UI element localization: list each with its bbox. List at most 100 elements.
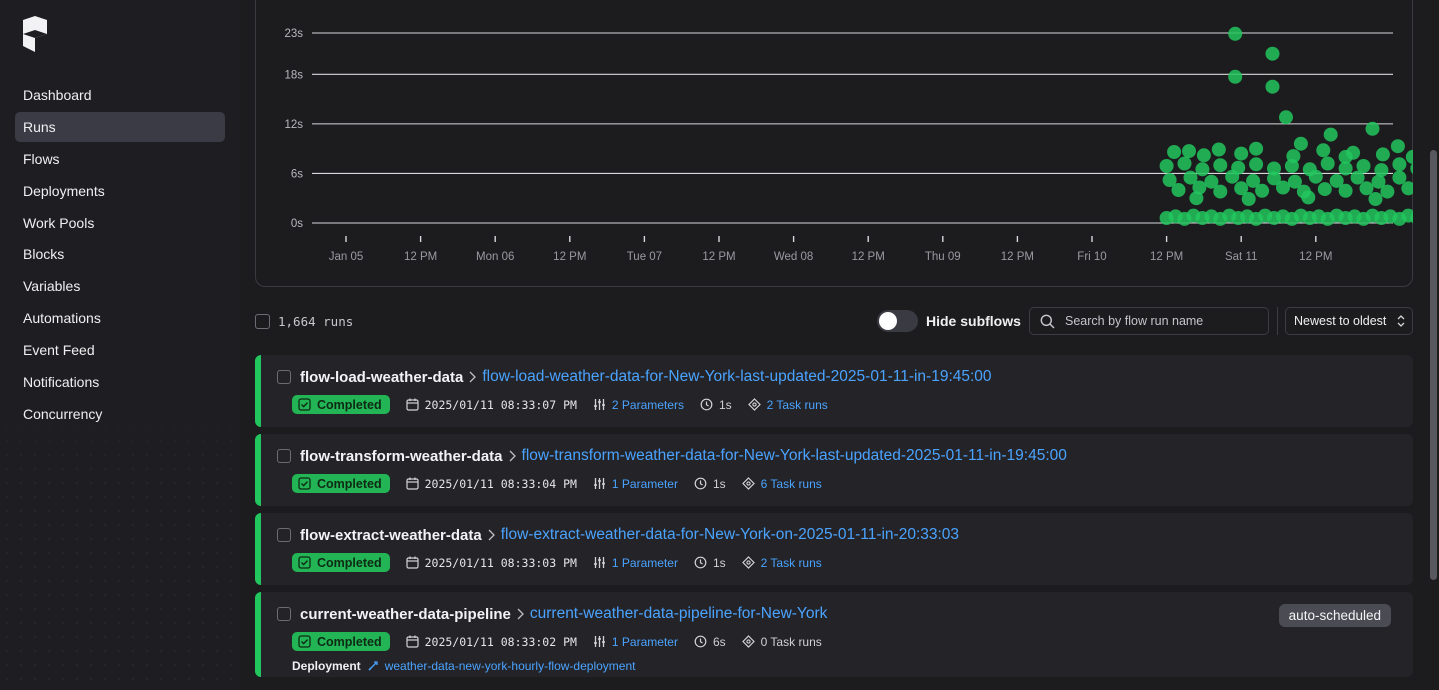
task-runs-link[interactable]: 2 Task runs [767,398,828,412]
sidebar: Dashboard Runs Flows Deployments Work Pools B… [0,0,240,690]
run-duration-point[interactable] [1276,180,1290,195]
flow-name[interactable]: flow-load-weather-data [300,369,463,386]
run-duration-point[interactable] [1284,159,1299,173]
sidebar-item-variables[interactable]: Variables [15,271,225,301]
run-duration-point[interactable] [1368,192,1383,206]
run-duration-point[interactable] [1375,147,1390,162]
run-duration-point[interactable] [1350,170,1365,185]
run-duration-point[interactable] [1189,191,1204,206]
sidebar-item-notifications[interactable]: Notifications [15,367,225,397]
sidebar-item-flows[interactable]: Flows [15,144,225,174]
flow-run-card[interactable]: flow-load-weather-data flow-load-weather-… [255,355,1413,427]
run-select-checkbox[interactable] [277,528,291,542]
status-badge: Completed [292,474,390,493]
run-duration-point[interactable] [1228,69,1243,84]
run-select-checkbox[interactable] [277,607,291,621]
run-duration-point[interactable] [1213,184,1228,199]
parameters-link[interactable]: 2 Parameters [612,398,684,412]
calendar-icon [405,398,419,411]
task-runs-icon [741,556,755,569]
run-duration-point[interactable] [1159,159,1174,173]
task-runs-icon [741,477,755,490]
run-duration-scatter-chart[interactable]: 23s 18s 12s 6s 0s Jan 05 12 PM Mon 06 12 PM Tue 0… [255,0,1413,280]
sidebar-item-automations[interactable]: Automations [15,303,225,333]
run-title-row: flow-transform-weather-data flow-transfor… [277,447,1067,465]
run-title-row: current-weather-data-pipeline current-wea… [277,605,827,623]
run-duration-point[interactable] [1177,156,1192,171]
run-duration-point[interactable] [1265,79,1280,94]
run-duration: 1s [712,555,726,570]
hide-subflows-toggle[interactable] [877,310,918,332]
flow-run-card[interactable]: current-weather-data-pipeline current-wea… [255,592,1413,677]
run-duration-point[interactable] [1211,142,1226,157]
flow-run-name-link[interactable]: flow-extract-weather-data-for-New-York-o… [501,526,959,544]
x-tick-label: 12 PM [404,251,437,263]
completed-check-icon [298,477,311,490]
prefect-logo-icon[interactable] [22,16,48,52]
run-duration-point[interactable] [1405,149,1413,164]
calendar-icon [405,556,419,569]
run-duration-point[interactable] [1182,144,1196,159]
flow-run-name-link[interactable]: flow-transform-weather-data-for-New-York… [522,447,1067,465]
run-duration-point[interactable] [1171,183,1186,197]
search-input[interactable] [1063,313,1257,329]
run-duration-point[interactable] [1255,183,1270,198]
run-duration-point[interactable] [1228,26,1243,41]
sidebar-item-work-pools[interactable]: Work Pools [15,208,225,238]
sidebar-item-dashboard[interactable]: Dashboard [15,80,225,110]
run-duration-point[interactable] [1213,158,1228,173]
search-field[interactable] [1029,307,1269,335]
parameters-link[interactable]: 1 Parameter [612,635,678,649]
run-duration-point[interactable] [1338,161,1353,176]
deployment-link[interactable]: weather-data-new-york-hourly-flow-deploy… [385,659,636,673]
run-select-checkbox[interactable] [277,370,291,384]
run-duration-point[interactable] [1265,46,1280,61]
run-duration-point[interactable] [1293,136,1308,151]
run-duration-point[interactable] [1225,169,1240,184]
flow-run-name-link[interactable]: flow-load-weather-data-for-New-York-last… [482,368,991,386]
sidebar-item-event-feed[interactable]: Event Feed [15,335,225,365]
flow-name[interactable]: flow-transform-weather-data [300,448,503,465]
flow-name[interactable]: flow-extract-weather-data [300,527,482,544]
flow-run-card[interactable]: flow-extract-weather-data flow-extract-we… [255,513,1413,585]
run-duration-point[interactable] [1392,170,1407,185]
task-runs-link[interactable]: 6 Task runs [761,477,822,491]
flow-run-name-link[interactable]: current-weather-data-pipeline-for-New-Yo… [530,605,828,623]
run-duration-point[interactable] [1195,162,1210,177]
run-duration-point[interactable] [1390,139,1405,154]
flow-name[interactable]: current-weather-data-pipeline [300,606,511,623]
sidebar-item-runs[interactable]: Runs [15,111,225,142]
run-duration-point[interactable] [1338,183,1353,198]
scrollbar-thumb[interactable] [1430,150,1437,580]
run-duration-point[interactable] [1392,157,1407,172]
run-duration-point[interactable] [1301,190,1316,205]
select-all-checkbox[interactable] [255,314,270,329]
scrollbar[interactable] [1427,0,1439,690]
run-duration-point[interactable] [1380,184,1395,199]
run-duration-point[interactable] [1249,157,1264,172]
run-duration-point[interactable] [1196,148,1211,163]
sidebar-item-deployments[interactable]: Deployments [15,176,225,206]
run-duration-point[interactable] [1308,169,1323,184]
run-duration-point[interactable] [1317,182,1332,197]
run-duration-point[interactable] [1365,121,1380,136]
run-duration-point[interactable] [1234,146,1249,161]
run-duration-point[interactable] [1249,141,1264,156]
sidebar-item-blocks[interactable]: Blocks [15,239,225,269]
run-duration-point[interactable] [1167,145,1182,159]
chevron-right-icon [468,371,477,383]
run-duration-point[interactable] [1359,181,1374,196]
task-runs-link[interactable]: 2 Task runs [761,556,822,570]
flow-run-card[interactable]: flow-transform-weather-data flow-transfor… [255,434,1413,506]
parameters-link[interactable]: 1 Parameter [612,477,678,491]
run-select-checkbox[interactable] [277,449,291,463]
x-tick-label: 12 PM [1150,251,1183,263]
sort-select[interactable]: Newest to oldest [1285,307,1413,335]
run-duration-point[interactable] [1279,110,1293,125]
run-duration-point[interactable] [1323,127,1338,142]
sidebar-item-concurrency[interactable]: Concurrency [15,399,225,429]
run-duration-point[interactable] [1316,143,1331,158]
parameters-link[interactable]: 1 Parameter [612,556,678,570]
run-duration-point[interactable] [1241,192,1256,206]
run-duration-point[interactable] [1320,156,1335,171]
